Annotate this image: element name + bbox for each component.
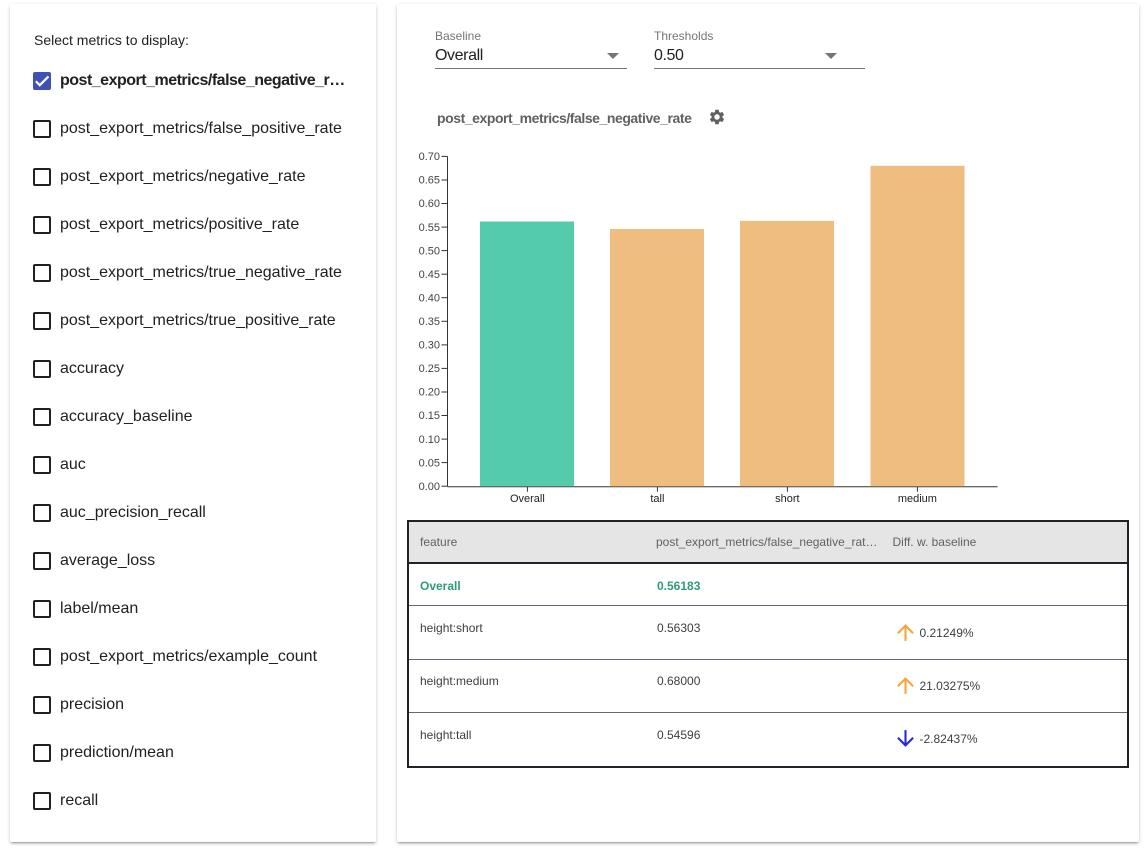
svg-text:0.15: 0.15 bbox=[419, 410, 440, 422]
svg-text:0.05: 0.05 bbox=[419, 457, 440, 469]
svg-text:0.50: 0.50 bbox=[419, 245, 440, 257]
svg-text:0.35: 0.35 bbox=[419, 316, 440, 328]
svg-text:Overall: Overall bbox=[510, 493, 545, 505]
svg-text:0.10: 0.10 bbox=[419, 434, 440, 446]
svg-text:short: short bbox=[775, 493, 799, 505]
svg-text:0.00: 0.00 bbox=[419, 481, 440, 493]
svg-text:0.70: 0.70 bbox=[419, 151, 440, 163]
svg-text:0.55: 0.55 bbox=[419, 222, 440, 234]
svg-text:0.45: 0.45 bbox=[419, 269, 440, 281]
svg-text:0.25: 0.25 bbox=[419, 363, 440, 375]
svg-text:0.20: 0.20 bbox=[419, 387, 440, 399]
svg-text:0.30: 0.30 bbox=[419, 340, 440, 352]
svg-text:medium: medium bbox=[898, 493, 937, 505]
svg-text:0.65: 0.65 bbox=[419, 175, 440, 187]
svg-text:0.60: 0.60 bbox=[419, 198, 440, 210]
svg-text:0.40: 0.40 bbox=[419, 292, 440, 304]
svg-text:tall: tall bbox=[650, 493, 664, 505]
